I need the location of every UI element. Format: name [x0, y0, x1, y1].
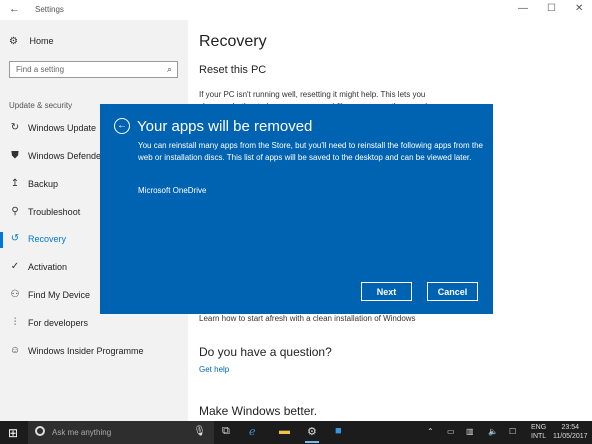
minimize-button[interactable]: — [518, 3, 528, 14]
section-label: Update & security [9, 101, 73, 110]
title-bar: ← Settings — ☐ ✕ [0, 0, 592, 20]
clock[interactable]: 23:54 11/05/2017 [553, 423, 588, 441]
gear-icon: ⚙ [9, 36, 18, 47]
sidebar-item-for-developers[interactable]: ⫶ For developers [0, 314, 188, 334]
feedback-heading: Make Windows better. [199, 404, 318, 418]
window-title: Settings [35, 5, 64, 14]
sidebar-item-label: Find My Device [28, 290, 91, 300]
apps-removed-dialog: ← Your apps will be removed You can rein… [100, 104, 493, 314]
home-label: Home [29, 36, 54, 46]
person-device-icon: ⚇ [10, 289, 20, 300]
sidebar-item-label: Activation [28, 262, 68, 272]
dialog-body: You can reinstall many apps from the Sto… [138, 141, 483, 162]
battery-icon[interactable]: ▭ [447, 427, 455, 436]
fresh-start-link[interactable]: Learn how to start afresh with a clean i… [199, 314, 416, 323]
active-indicator [0, 232, 3, 248]
cortana-search-box[interactable]: Ask me anything 🎙 [28, 421, 214, 444]
clock-date: 11/05/2017 [553, 433, 588, 440]
taskbar: ⊞ Ask me anything 🎙 ⧉ ℯ ▬ ⚙ ■ ⌃ ▭ ▥ 🔈 ☐ … [0, 421, 592, 444]
sidebar-item-label: Windows Update [28, 123, 97, 133]
cancel-button[interactable]: Cancel [427, 282, 478, 301]
language-indicator[interactable]: ENG INTL [531, 423, 546, 441]
sidebar-item-label: Windows Defender [28, 151, 105, 161]
edge-browser-icon[interactable]: ℯ [249, 425, 256, 438]
task-view-icon[interactable]: ⧉ [222, 425, 230, 438]
keyboard-layout: INTL [531, 433, 547, 440]
history-icon: ↺ [10, 233, 20, 244]
search-placeholder: Find a setting [16, 65, 65, 74]
network-icon[interactable]: ▥ [466, 427, 474, 436]
get-help-link[interactable]: Get help [199, 365, 229, 374]
settings-taskbar-icon[interactable]: ⚙ [305, 425, 319, 443]
language-code: ENG [531, 424, 547, 431]
back-arrow-icon[interactable]: ← [9, 3, 20, 15]
sidebar-home[interactable]: ⚙ Home [9, 36, 54, 47]
chevron-up-icon[interactable]: ⌃ [427, 427, 434, 436]
search-icon: ⌕ [166, 64, 172, 74]
sidebar-item-label: For developers [28, 318, 89, 328]
dialog-back-icon[interactable]: ← [114, 118, 130, 134]
maximize-button[interactable]: ☐ [547, 3, 556, 14]
page-title: Recovery [199, 33, 267, 50]
check-circle-icon: ✓ [10, 261, 20, 272]
close-button[interactable]: ✕ [575, 3, 583, 14]
reset-heading: Reset this PC [199, 64, 267, 76]
insider-icon: ☺ [9, 345, 21, 356]
cortana-search-placeholder: Ask me anything [52, 428, 112, 437]
windows-start-icon[interactable]: ⊞ [8, 426, 18, 440]
store-icon[interactable]: ■ [335, 425, 342, 437]
sidebar-item-label: Backup [28, 179, 59, 189]
notification-icon[interactable]: ☐ [509, 427, 516, 436]
question-heading: Do you have a question? [199, 345, 332, 359]
sync-icon: ↻ [10, 122, 20, 133]
cortana-icon [35, 426, 45, 436]
search-input[interactable]: Find a setting ⌕ [9, 61, 178, 78]
clock-time: 23:54 [561, 424, 580, 431]
next-button[interactable]: Next [361, 282, 412, 301]
upload-arrow-icon: ↥ [10, 178, 20, 189]
sidebar-item-windows-insider-programme[interactable]: ☺ Windows Insider Programme [0, 342, 188, 362]
app-list-item: Microsoft OneDrive [138, 186, 207, 195]
microphone-icon[interactable]: 🎙 [193, 426, 206, 437]
shield-icon: ⛊ [11, 150, 19, 161]
volume-icon[interactable]: 🔈 [488, 427, 498, 436]
sidebar-item-label: Windows Insider Programme [28, 346, 144, 356]
file-explorer-icon[interactable]: ▬ [279, 425, 290, 437]
sidebar-item-label: Troubleshoot [28, 207, 81, 217]
sidebar-item-label: Recovery [28, 234, 67, 244]
wrench-icon: ⚲ [11, 206, 19, 217]
developer-tools-icon: ⫶ [13, 317, 17, 328]
dialog-title: Your apps will be removed [137, 118, 313, 135]
